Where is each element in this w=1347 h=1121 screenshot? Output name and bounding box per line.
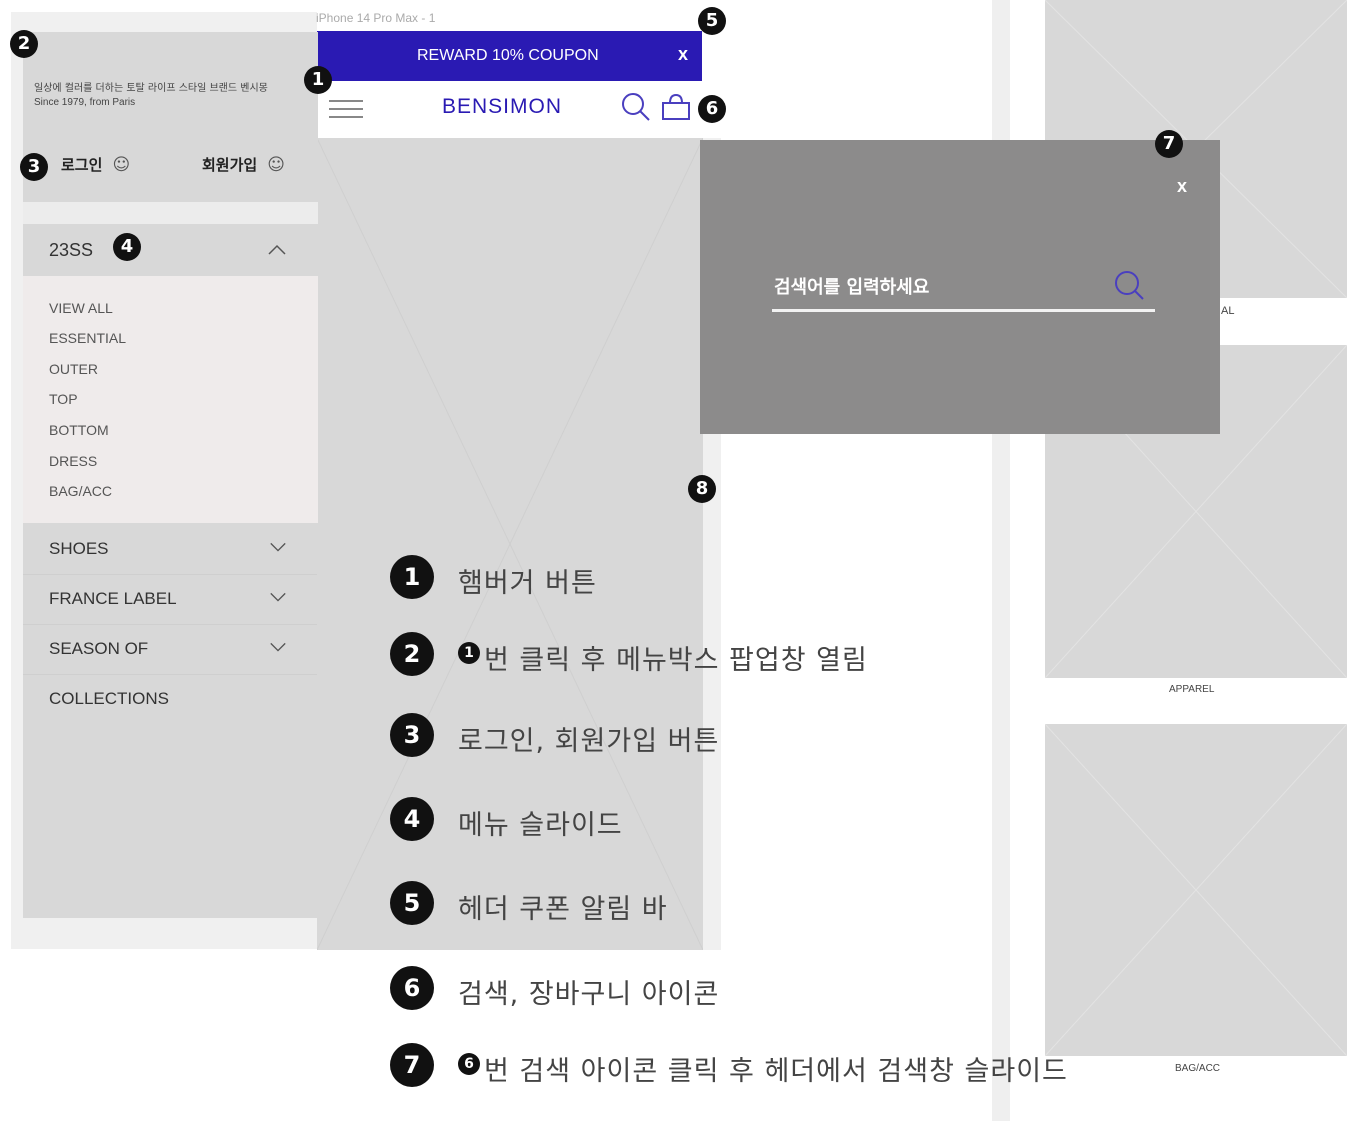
legend-text: 번 검색 아이콘 클릭 후 헤더에서 검색창 슬라이드 [484, 1056, 1068, 1087]
coupon-close-button[interactable]: x [678, 44, 688, 65]
marker-badge: 2 [10, 30, 38, 58]
legend-text: 번 클릭 후 메뉴박스 팝업창 열림 [484, 645, 868, 676]
marker-badge: 5 [698, 7, 726, 35]
header: BENSIMON [317, 81, 702, 138]
legend-inline-badge: 1 [458, 642, 480, 664]
marker-badge: 1 [304, 66, 332, 94]
search-input[interactable] [772, 270, 1106, 304]
menu-section-label: FRANCE LABEL [49, 589, 177, 608]
coupon-bar: REWARD 10% COUPON x [317, 31, 702, 81]
legend-badge: 4 [390, 797, 434, 841]
chevron-up-icon[interactable] [267, 244, 287, 256]
legend-badge: 5 [390, 881, 434, 925]
submenu-item[interactable]: BOTTOM [49, 422, 109, 438]
login-label: 로그인 [61, 156, 103, 174]
coupon-text[interactable]: REWARD 10% COUPON [417, 47, 599, 65]
chevron-down-icon[interactable] [269, 538, 287, 556]
search-icon[interactable] [621, 92, 651, 122]
search-popup: x [700, 140, 1220, 434]
menu-section-season-of[interactable]: SEASON OF [23, 624, 317, 675]
menu-section-shoes[interactable]: SHOES [23, 524, 317, 575]
submenu-item[interactable]: OUTER [49, 361, 98, 377]
menu-section-label: SEASON OF [49, 639, 149, 658]
menu-section-label: COLLECTIONS [49, 689, 169, 708]
brand-copy-text: 일상에 컬러를 더하는 토탈 라이프 스타일 브랜드 벤시몽 [34, 83, 268, 94]
search-icon[interactable] [1113, 270, 1145, 302]
chevron-down-icon[interactable] [269, 588, 287, 606]
menu-brand-copy: 일상에 컬러를 더하는 토탈 라이프 스타일 브랜드 벤시몽 Since 197… [34, 82, 299, 110]
category-label[interactable]: BAG/ACC [1175, 1063, 1220, 1074]
menu-section-23ss[interactable]: 23SS [23, 224, 318, 276]
menu-section-label: SHOES [49, 539, 109, 558]
signup-button[interactable]: 회원가입 ☺ [202, 154, 285, 176]
since-text: Since 1979, from Paris [34, 97, 136, 108]
menu-section-collections[interactable]: COLLECTIONS [23, 674, 317, 724]
submenu-item[interactable]: DRESS [49, 453, 97, 469]
marker-badge: 7 [1155, 130, 1183, 158]
submenu-item[interactable]: TOP [49, 391, 78, 407]
search-close-button[interactable]: x [1177, 176, 1187, 197]
category-label[interactable]: AL [1221, 305, 1234, 317]
marker-badge: 3 [20, 153, 48, 181]
legend-badge: 1 [390, 555, 434, 599]
smile-icon: ☺ [267, 155, 286, 175]
frame-label: iPhone 14 Pro Max - 1 [316, 11, 436, 25]
legend-badge: 3 [390, 713, 434, 757]
shopping-bag-icon[interactable] [661, 93, 691, 121]
submenu-item[interactable]: BAG/ACC [49, 483, 112, 499]
submenu-item[interactable]: VIEW ALL [49, 300, 113, 316]
menu-section-france-label[interactable]: FRANCE LABEL [23, 574, 317, 625]
legend-badge: 6 [390, 966, 434, 1010]
legend-text: 메뉴 슬라이드 [458, 810, 623, 841]
category-label[interactable]: APPAREL [1169, 684, 1214, 695]
submenu-item[interactable]: ESSENTIAL [49, 330, 126, 346]
login-button[interactable]: 로그인 ☺ [61, 154, 130, 176]
search-underline [772, 309, 1155, 312]
signup-label: 회원가입 [202, 156, 258, 174]
legend-text: 헤더 쿠폰 알림 바 [458, 894, 668, 925]
legend-text: 로그인, 회원가입 버튼 [458, 726, 720, 757]
legend-text: 햄버거 버튼 [458, 568, 597, 599]
menu-section-label: 23SS [49, 240, 94, 260]
menu-separator [23, 202, 318, 224]
smile-icon: ☺ [112, 155, 131, 175]
legend-inline-badge: 6 [458, 1053, 480, 1075]
marker-badge: 8 [688, 475, 716, 503]
marker-badge: 4 [113, 233, 141, 261]
category-image-placeholder [1045, 724, 1347, 1056]
hamburger-icon[interactable] [329, 98, 363, 120]
chevron-down-icon[interactable] [269, 638, 287, 656]
marker-badge: 6 [698, 95, 726, 123]
brand-logo[interactable]: BENSIMON [442, 95, 562, 119]
legend-badge: 2 [390, 632, 434, 676]
legend-badge: 7 [390, 1043, 434, 1087]
legend-text: 검색, 장바구니 아이콘 [458, 979, 720, 1010]
